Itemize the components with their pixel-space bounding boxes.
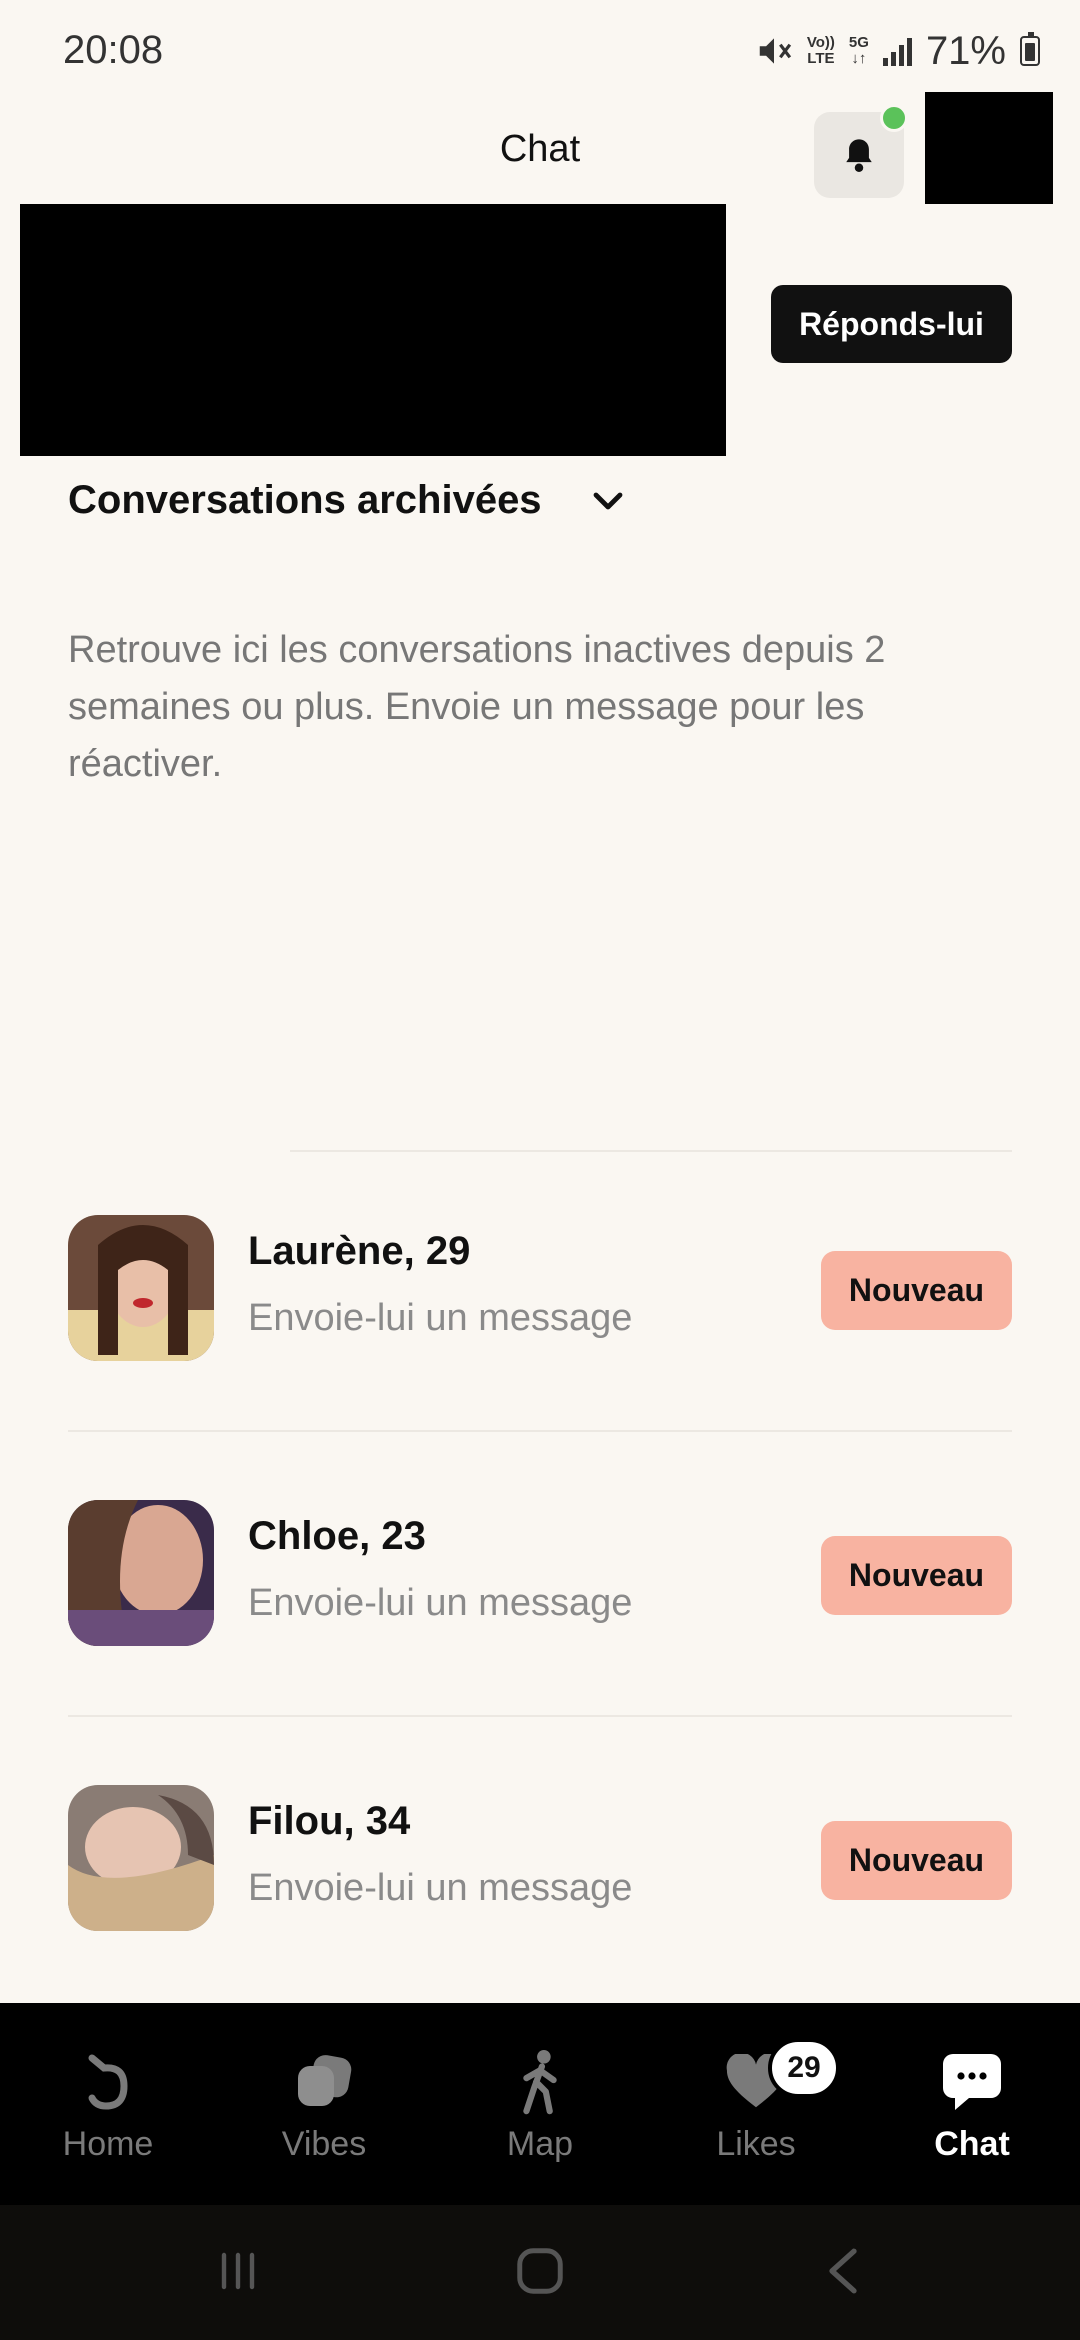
volte-indicator: Vo)) LTE [806,34,835,67]
conversation-item[interactable]: Chloe, 23 Envoie-lui un message Nouveau [68,1500,1012,1646]
conversation-subtitle: Envoie-lui un message [248,1582,633,1624]
system-navigation-bar [0,2205,1080,2340]
walking-person-icon [523,2049,557,2115]
nav-chat[interactable]: Chat [864,2003,1080,2205]
signal-icon [882,36,912,66]
conversation-name: Chloe, 23 [248,1514,426,1558]
status-icons: Vo)) LTE 5G ↓↑ 71% [755,26,1040,76]
5g-indicator: 5G ↓↑ [848,34,869,67]
conversation-subtitle: Envoie-lui un message [248,1867,633,1909]
vibes-icon [298,2055,352,2106]
chevron-down-icon [593,492,622,509]
recent-apps-button[interactable] [203,2241,273,2301]
new-badge: Nouveau [821,1536,1012,1615]
battery-icon [1020,32,1040,66]
status-time: 20:08 [63,28,164,72]
chat-bubble-icon [943,2054,1001,2110]
divider [290,1150,1012,1152]
battery-percent: 71% [925,28,1006,73]
home-square-icon [517,2248,563,2294]
avatar [68,1500,214,1646]
nav-home[interactable]: Home [0,2003,216,2205]
page-title: Chat [499,128,581,170]
home-button[interactable] [505,2241,575,2301]
divider [68,1430,1012,1432]
archived-conversations-toggle[interactable]: Conversations archivées [68,478,626,523]
avatar [68,1785,214,1931]
nav-vibes[interactable]: Vibes [216,2003,432,2205]
conversation-item[interactable]: Filou, 34 Envoie-lui un message Nouveau [68,1785,1012,1931]
new-badge: Nouveau [821,1251,1012,1330]
notification-dot [880,104,908,132]
bell-icon [846,139,872,172]
status-bar: 20:08 Vo)) LTE 5G ↓↑ 71% [0,0,1080,100]
conversation-item[interactable]: Laurène, 29 Envoie-lui un message Nouvea… [68,1215,1012,1361]
nav-label: Likes [716,2125,796,2163]
profile-avatar-redacted[interactable] [925,92,1053,204]
nav-label: Map [506,2125,574,2163]
recents-icon [221,2252,255,2290]
divider [68,1715,1012,1717]
back-chevron-icon [829,2248,857,2294]
match-banner-redacted[interactable] [20,204,726,456]
bottom-navigation: Home Vibes Map Likes Chat [0,2003,1080,2205]
archive-description: Retrouve ici les conversations inactives… [68,629,886,785]
conversation-name: Filou, 34 [248,1799,411,1843]
avatar [68,1215,214,1361]
archive-title: Conversations archivées [68,478,542,522]
nav-map[interactable]: Map [432,2003,648,2205]
nav-label: Home [62,2125,154,2163]
likes-count-badge: 29 [768,2038,840,2098]
conversation-subtitle: Envoie-lui un message [248,1297,633,1339]
nav-likes[interactable]: Likes [648,2003,864,2205]
nav-label: Vibes [281,2125,367,2163]
conversation-name: Laurène, 29 [248,1229,471,1273]
reply-button[interactable]: Réponds-lui [771,285,1012,363]
back-button[interactable] [808,2241,878,2301]
nav-label: Chat [934,2125,1010,2163]
home-icon [88,2054,128,2110]
mute-icon [759,38,791,64]
new-badge: Nouveau [821,1821,1012,1900]
